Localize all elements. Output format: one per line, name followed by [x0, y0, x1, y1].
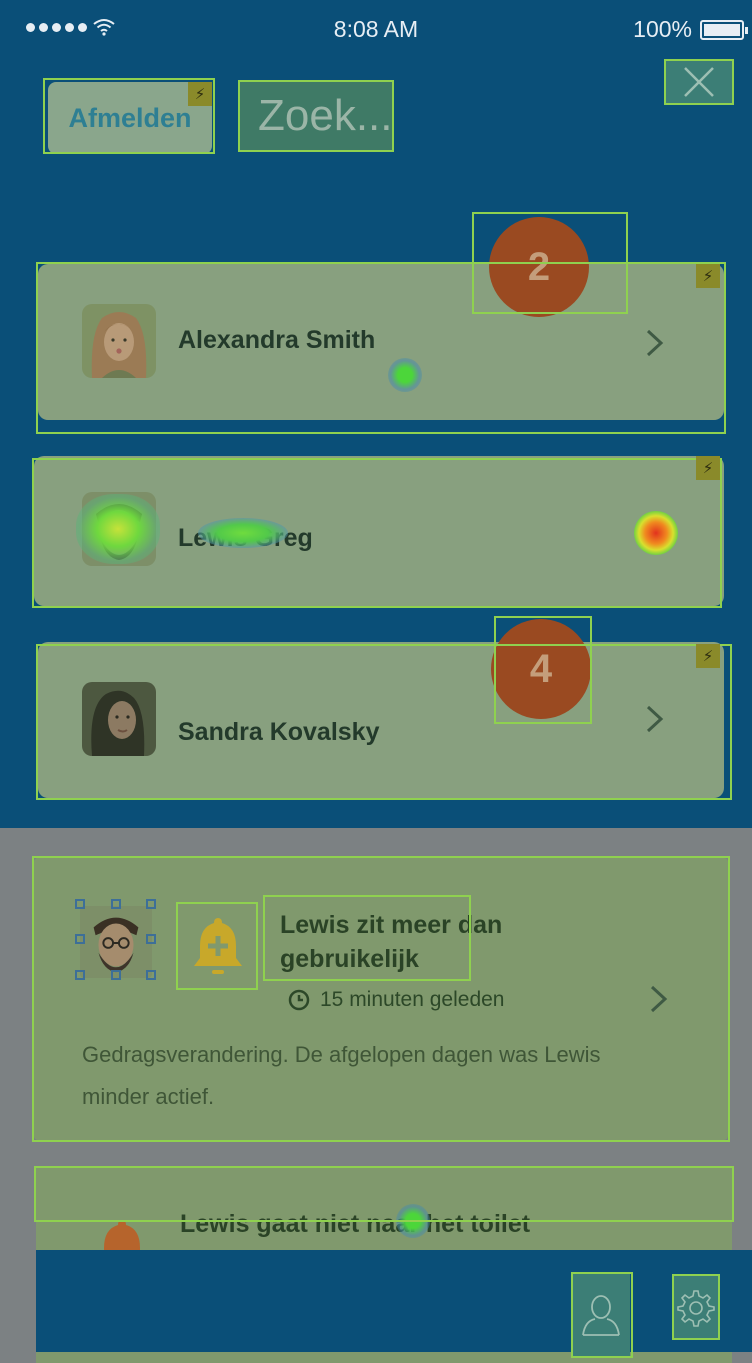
- avatar: [82, 492, 156, 566]
- unread-badge: 2: [489, 217, 589, 317]
- contact-name: Lewis Greg: [178, 524, 313, 552]
- contact-card-alexandra[interactable]: Alexandra Smith: [38, 264, 724, 420]
- search-input[interactable]: Zoek...: [240, 80, 393, 152]
- close-icon: [684, 67, 714, 97]
- notification-title: Lewis gaat niet naar het toilet: [180, 1210, 531, 1238]
- bell-plus-icon: [180, 906, 256, 986]
- flag-icon: ⚡: [188, 82, 212, 106]
- unread-badge: 4: [491, 619, 591, 719]
- battery-indicator: 100%: [633, 16, 748, 43]
- selection-handle: [146, 934, 156, 944]
- status-bar: 8:08 AM 100%: [0, 0, 752, 62]
- notification-time-text: 15 minuten geleden: [320, 988, 505, 1011]
- tab-settings[interactable]: [674, 1276, 718, 1340]
- notification-card[interactable]: Lewis zit meer dan gebruikelijk 15 minut…: [34, 858, 728, 1140]
- avatar: [80, 906, 152, 978]
- selection-handle: [75, 970, 85, 980]
- battery-icon: [700, 19, 748, 40]
- user-icon: [582, 1295, 620, 1336]
- app-screen: 8:08 AM 100% Afmelden Zoek... Alexandra …: [0, 0, 752, 1363]
- chevron-right-icon: [650, 985, 668, 1013]
- notification-title: Lewis zit meer dan gebruikelijk: [280, 911, 503, 973]
- flag-icon: ⚡: [696, 264, 720, 288]
- notification-time: 15 minuten geleden: [288, 988, 504, 1012]
- contact-name: Alexandra Smith: [178, 326, 376, 354]
- contact-card-sandra[interactable]: Sandra Kovalsky: [38, 642, 724, 798]
- selection-handle: [111, 970, 121, 980]
- notification-description: Gedragsverandering. De afgelopen dagen w…: [82, 1042, 601, 1109]
- contact-name: Sandra Kovalsky: [178, 718, 380, 746]
- close-button[interactable]: [665, 60, 733, 104]
- contact-card-lewis[interactable]: Lewis Greg: [34, 456, 724, 606]
- clock-icon: [288, 989, 310, 1011]
- selection-handle: [146, 970, 156, 980]
- flag-icon: ⚡: [696, 644, 720, 668]
- selection-handle: [75, 899, 85, 909]
- selection-handle: [111, 899, 121, 909]
- tab-profile[interactable]: [572, 1274, 630, 1356]
- chevron-right-icon: [646, 705, 664, 733]
- battery-percent: 100%: [633, 16, 692, 42]
- chevron-right-icon: [646, 329, 664, 357]
- avatar: [82, 682, 156, 756]
- gear-icon: [677, 1290, 715, 1327]
- bottom-tab-bar: [36, 1250, 752, 1356]
- flag-icon: ⚡: [696, 456, 720, 480]
- selection-handle: [75, 934, 85, 944]
- avatar: [82, 304, 156, 378]
- selection-handle: [146, 899, 156, 909]
